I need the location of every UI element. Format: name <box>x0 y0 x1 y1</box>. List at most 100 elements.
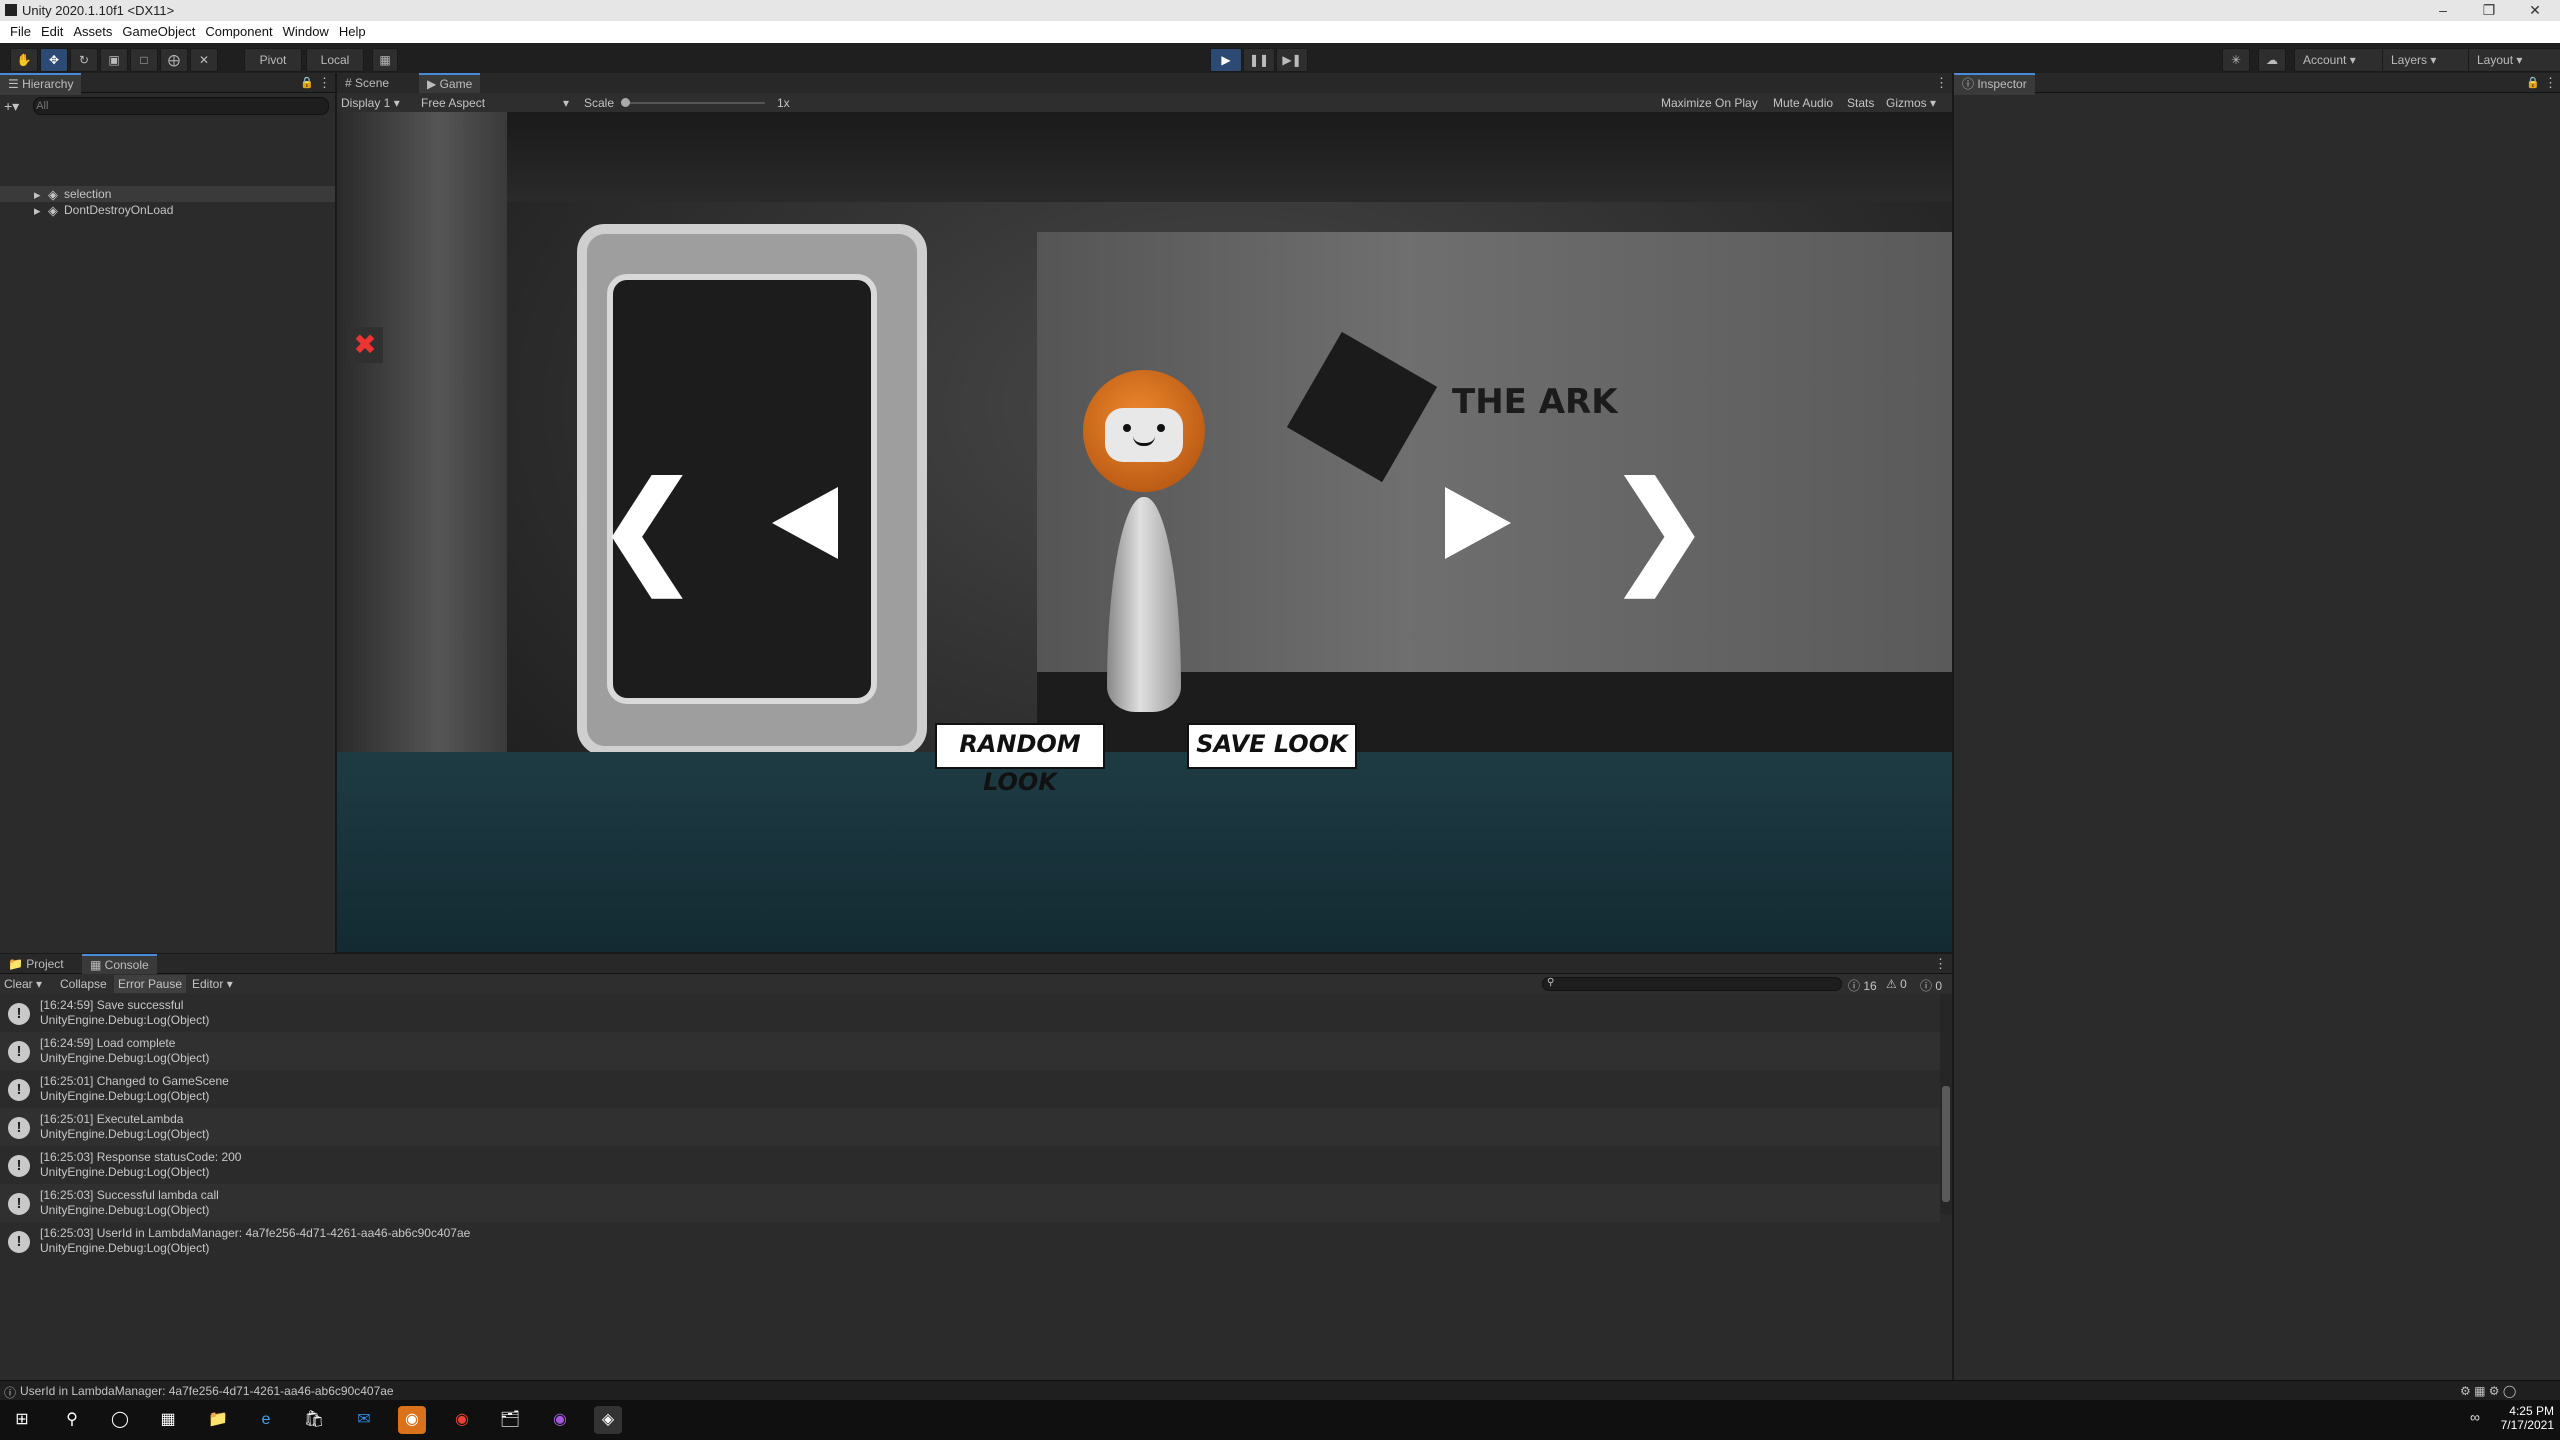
tab-game[interactable]: ▶ Game <box>419 73 481 95</box>
console-tab-label: Console <box>104 958 149 972</box>
layers-dropdown[interactable]: Layers ▾ <box>2382 48 2470 72</box>
discord-icon[interactable]: ◉ <box>398 1406 426 1434</box>
mute-audio-toggle[interactable]: Mute Audio <box>1773 96 1833 110</box>
clock[interactable]: 4:25 PM 7/17/2021 <box>2494 1404 2554 1432</box>
hand-tool-icon[interactable]: ✋ <box>10 48 38 72</box>
aspect-dropdown[interactable]: Free Aspect <box>421 96 581 110</box>
cloud-icon[interactable]: ☁ <box>2258 48 2286 72</box>
maximize-on-play-toggle[interactable]: Maximize On Play <box>1661 96 1758 110</box>
search-icon[interactable]: ⚲ <box>58 1406 86 1434</box>
console-log-entry[interactable]: ! [16:25:03] Response statusCode: 200 Un… <box>0 1146 1940 1184</box>
menu-edit[interactable]: Edit <box>41 21 63 43</box>
menu-window[interactable]: Window <box>283 21 329 43</box>
menu-gameobject[interactable]: GameObject <box>122 21 195 43</box>
kebab-menu-icon[interactable]: ⋮ <box>318 75 331 91</box>
tab-scene[interactable]: # Scene <box>337 73 397 93</box>
minimize-icon[interactable]: – <box>2420 0 2466 21</box>
pivot-toggle[interactable]: Pivot <box>244 48 302 72</box>
game-view-toolbar: Display 1 ▾ Free Aspect ▾ Scale 1x Maxim… <box>337 93 1952 112</box>
task-view-icon[interactable]: ▦ <box>154 1406 182 1434</box>
step-button[interactable]: ▶❚ <box>1276 48 1308 72</box>
warning-filter-toggle[interactable]: ⚠ 0 <box>1886 977 1907 991</box>
scale-slider[interactable] <box>621 98 765 107</box>
status-message[interactable]: UserId in LambdaManager: 4a7fe256-4d71-4… <box>20 1384 394 1398</box>
console-log-entry[interactable]: ! [16:25:03] Successful lambda call Unit… <box>0 1184 1940 1222</box>
add-icon[interactable]: +▾ <box>4 98 19 115</box>
console-log-entry[interactable]: ! [16:25:01] Changed to GameScene UnityE… <box>0 1070 1940 1108</box>
scale-tool-icon[interactable]: ▣ <box>100 48 128 72</box>
info-filter-toggle[interactable]: ⓘ 16 <box>1848 977 1877 994</box>
pause-button[interactable]: ❚❚ <box>1243 48 1275 72</box>
console-scrollbar[interactable] <box>1940 994 1952 1214</box>
save-look-button[interactable]: SAVE LOOK <box>1187 723 1357 769</box>
kebab-menu-icon[interactable]: ⋮ <box>2544 75 2557 91</box>
chrome-icon[interactable]: ◉ <box>448 1406 476 1434</box>
close-icon[interactable]: ✕ <box>2512 0 2558 21</box>
next-category-arrow-icon[interactable]: ❯ <box>1609 467 1710 587</box>
hierarchy-search-input[interactable] <box>33 97 330 115</box>
previous-item-triangle-icon[interactable] <box>772 487 838 559</box>
services-icon[interactable]: ✳ <box>2222 48 2250 72</box>
lock-icon[interactable]: 🔒 <box>2526 76 2540 89</box>
hierarchy-row-selection[interactable]: ▸ ◈ selection <box>0 186 335 202</box>
console-log-entry[interactable]: ! [16:25:03] UserId in LambdaManager: 4a… <box>0 1222 1940 1260</box>
folder-app-icon[interactable]: 🗂 <box>496 1406 524 1434</box>
restore-icon[interactable]: ❐ <box>2466 0 2512 21</box>
kebab-menu-icon[interactable]: ⋮ <box>1934 956 1947 972</box>
local-toggle[interactable]: Local <box>306 48 364 72</box>
lock-icon[interactable]: 🔒 <box>300 76 314 89</box>
log-message: [16:25:03] UserId in LambdaManager: 4a7f… <box>40 1226 471 1240</box>
play-button[interactable]: ▶ <box>1210 48 1242 72</box>
layout-dropdown[interactable]: Layout ▾ <box>2468 48 2560 72</box>
github-desktop-icon[interactable]: ◉ <box>546 1406 574 1434</box>
next-item-triangle-icon[interactable] <box>1445 487 1511 559</box>
random-look-button[interactable]: RANDOM LOOK <box>935 723 1105 796</box>
scale-slider-handle[interactable] <box>621 98 630 107</box>
edge-browser-icon[interactable]: e <box>252 1406 280 1434</box>
tab-project[interactable]: 📁 Project <box>0 954 72 974</box>
expand-arrow-icon[interactable]: ▸ <box>34 203 41 219</box>
clear-button[interactable]: Clear ▾ <box>4 977 42 991</box>
rotate-tool-icon[interactable]: ↻ <box>70 48 98 72</box>
network-icon[interactable]: ∞ <box>2470 1409 2480 1425</box>
gizmos-dropdown[interactable]: Gizmos ▾ <box>1886 96 1936 110</box>
status-bar-tools-icon[interactable]: ⚙ ▦ ⚙ ◯ <box>2460 1384 2516 1398</box>
tab-console[interactable]: ▦ Console <box>82 954 157 976</box>
hierarchy-row-dontdestroyonload[interactable]: ▸ ◈ DontDestroyOnLoad <box>0 202 335 218</box>
hierarchy-tab-label: Hierarchy <box>22 77 74 91</box>
console-log-entry[interactable]: ! [16:25:01] ExecuteLambda UnityEngine.D… <box>0 1108 1940 1146</box>
error-filter-toggle[interactable]: ⓘ 0 <box>1920 977 1942 994</box>
move-tool-icon[interactable]: ✥ <box>40 48 68 72</box>
unity-taskbar-icon[interactable]: ◈ <box>594 1406 622 1434</box>
transform-tool-icon[interactable]: ⨁ <box>160 48 188 72</box>
console-scrollbar-thumb[interactable] <box>1942 1086 1950 1202</box>
mail-icon[interactable]: ✉ <box>350 1406 378 1434</box>
console-search-input[interactable]: ⚲ <box>1542 977 1842 991</box>
windows-start-icon[interactable]: ⊞ <box>8 1406 36 1434</box>
menu-component[interactable]: Component <box>205 21 272 43</box>
menu-file[interactable]: File <box>10 21 31 43</box>
rect-tool-icon[interactable]: □ <box>130 48 158 72</box>
store-icon[interactable]: 🛍 <box>300 1406 328 1434</box>
custom-tool-icon[interactable]: ✕ <box>190 48 218 72</box>
game-view[interactable]: ✖ THE ARK ❮ ❯ RANDOM LOOK SAVE LOOK <box>337 112 1952 952</box>
collapse-toggle[interactable]: Collapse <box>60 977 107 991</box>
menu-help[interactable]: Help <box>339 21 366 43</box>
account-dropdown[interactable]: Account ▾ <box>2294 48 2384 72</box>
tab-hierarchy[interactable]: ☰ Hierarchy <box>0 73 82 95</box>
file-explorer-icon[interactable]: 📁 <box>204 1406 232 1434</box>
console-log-entry[interactable]: ! [16:24:59] Save successful UnityEngine… <box>0 994 1940 1032</box>
editor-dropdown[interactable]: Editor ▾ <box>192 977 233 991</box>
cortana-icon[interactable]: ◯ <box>106 1406 134 1434</box>
tab-inspector[interactable]: ⓘ Inspector <box>1954 73 2035 95</box>
menu-assets[interactable]: Assets <box>73 21 112 43</box>
error-pause-toggle[interactable]: Error Pause <box>114 975 187 993</box>
console-log-entry[interactable]: ! [16:24:59] Load complete UnityEngine.D… <box>0 1032 1940 1070</box>
display-dropdown[interactable]: Display 1 ▾ <box>341 96 400 110</box>
kebab-menu-icon[interactable]: ⋮ <box>1935 75 1948 91</box>
stats-toggle[interactable]: Stats <box>1847 96 1874 110</box>
previous-category-arrow-icon[interactable]: ❮ <box>597 467 698 587</box>
grid-snap-icon[interactable]: ▦ <box>372 48 398 72</box>
project-tab-label: Project <box>26 957 64 971</box>
expand-arrow-icon[interactable]: ▸ <box>34 187 41 203</box>
